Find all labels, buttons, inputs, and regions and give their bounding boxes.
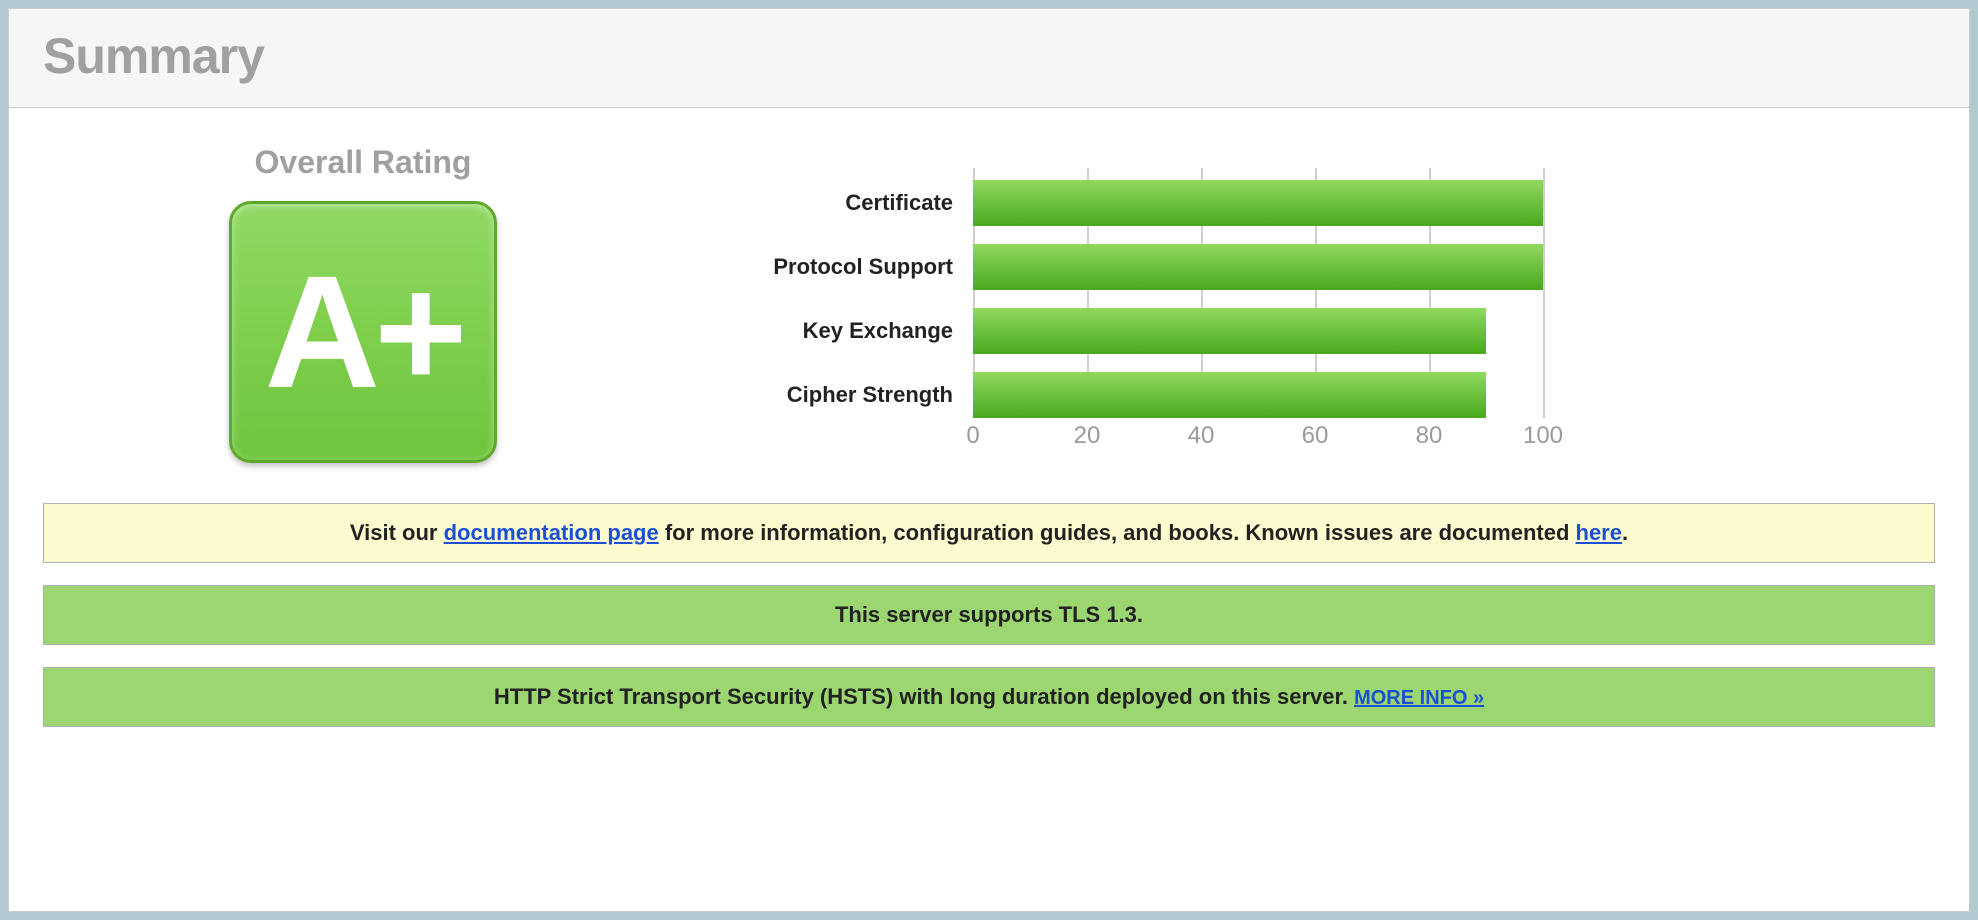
hsts-notice: HTTP Strict Transport Security (HSTS) wi…: [43, 667, 1935, 727]
known-issues-link[interactable]: here: [1576, 520, 1622, 545]
doc-text-mid: for more information, configuration guid…: [659, 520, 1576, 545]
rating-column: Overall Rating A+: [43, 138, 683, 463]
top-row: Overall Rating A+ Certificate Protocol Su…: [43, 138, 1935, 463]
score-chart: Certificate Protocol Support Key Exchange C…: [723, 168, 1543, 458]
chart-bars: Certificate Protocol Support Key Exchange C…: [723, 180, 1543, 418]
chart-axis-ticks: 020406080100: [973, 422, 1543, 458]
axis-tick: 60: [1302, 422, 1329, 450]
panel-header: Summary: [9, 9, 1969, 108]
axis-tick: 20: [1074, 422, 1101, 450]
axis-tick: 40: [1188, 422, 1215, 450]
chart-bar-row: Cipher Strength: [723, 372, 1543, 418]
chart-bar-fill: [973, 308, 1486, 354]
rating-label: Overall Rating: [255, 144, 472, 181]
doc-text-post: .: [1622, 520, 1628, 545]
hsts-more-info-link[interactable]: MORE INFO »: [1354, 687, 1484, 709]
chart-bar-fill: [973, 244, 1543, 290]
chart-bar-label: Cipher Strength: [723, 382, 973, 408]
chart-bar-track: [973, 244, 1543, 290]
chart-bar-row: Certificate: [723, 180, 1543, 226]
doc-text-pre: Visit our: [350, 520, 444, 545]
chart-bar-label: Protocol Support: [723, 254, 973, 280]
chart-bar-track: [973, 308, 1543, 354]
axis-tick: 100: [1523, 422, 1563, 450]
chart-bar-row: Protocol Support: [723, 244, 1543, 290]
chart-bar-label: Key Exchange: [723, 318, 973, 344]
chart-bar-label: Certificate: [723, 190, 973, 216]
grade-text: A+: [265, 252, 462, 412]
documentation-link[interactable]: documentation page: [444, 520, 659, 545]
axis-tick: 80: [1416, 422, 1443, 450]
chart-bar-fill: [973, 180, 1543, 226]
chart-bar-fill: [973, 372, 1486, 418]
chart-bar-track: [973, 180, 1543, 226]
tls-notice: This server supports TLS 1.3.: [43, 585, 1935, 645]
chart-bar-row: Key Exchange: [723, 308, 1543, 354]
gridline: [1543, 168, 1545, 418]
grade-badge: A+: [229, 201, 497, 463]
panel-body: Overall Rating A+ Certificate Protocol Su…: [9, 108, 1969, 789]
documentation-notice: Visit our documentation page for more in…: [43, 503, 1935, 563]
axis-tick: 0: [966, 422, 979, 450]
chart-column: Certificate Protocol Support Key Exchange C…: [723, 138, 1935, 458]
hsts-text: HTTP Strict Transport Security (HSTS) wi…: [494, 684, 1354, 709]
page-title: Summary: [43, 27, 1935, 85]
summary-panel: Summary Overall Rating A+ Certificate Pro…: [8, 8, 1970, 912]
tls-text: This server supports TLS 1.3.: [835, 602, 1143, 627]
chart-bar-track: [973, 372, 1543, 418]
